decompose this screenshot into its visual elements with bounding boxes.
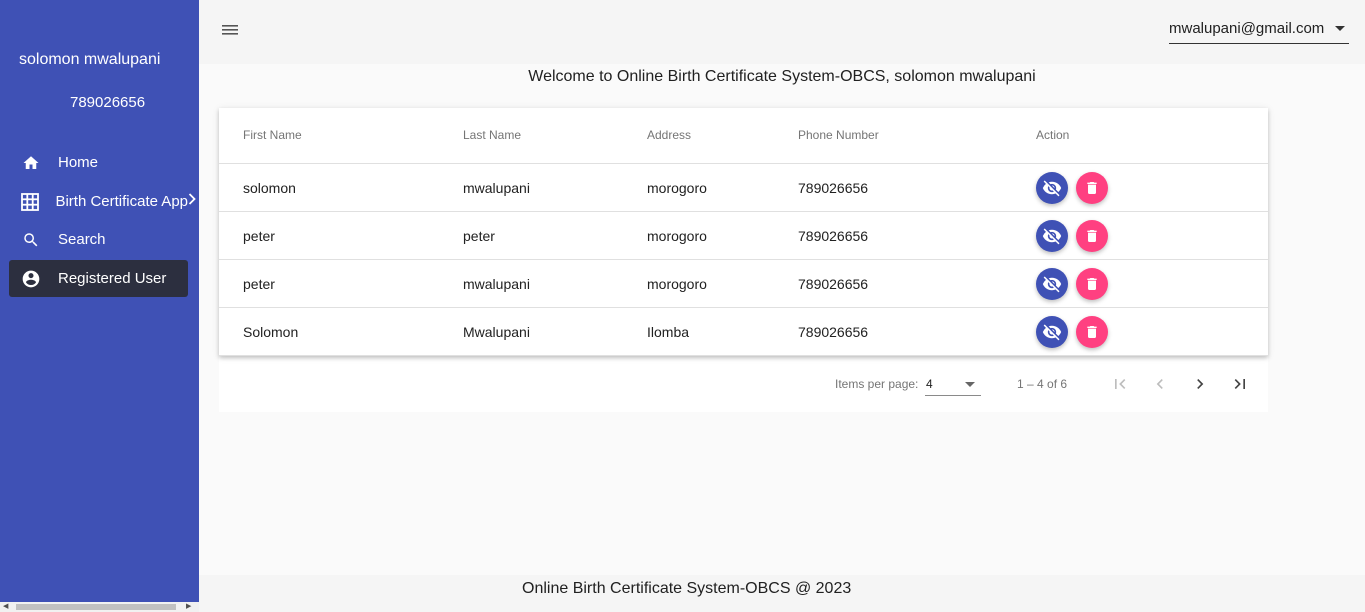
trash-icon bbox=[1087, 230, 1097, 242]
delete-button[interactable] bbox=[1076, 268, 1108, 300]
chevron-right-icon bbox=[188, 192, 196, 209]
sidebar-item-birth-certificate-app[interactable]: Birth Certificate App bbox=[9, 183, 196, 220]
hide-view-button[interactable] bbox=[1036, 220, 1068, 252]
cell-last-name: mwalupani bbox=[463, 276, 530, 292]
visibility-off-icon bbox=[1042, 276, 1062, 293]
sidebar: solomon mwalupani 789026656 Home Birth C… bbox=[0, 0, 199, 612]
cell-first-name: Solomon bbox=[243, 324, 299, 340]
menu-toggle-button[interactable] bbox=[221, 22, 239, 38]
sidebar-item-registered-user[interactable]: Registered User bbox=[9, 260, 188, 297]
cell-phone-number: 789026656 bbox=[798, 228, 869, 244]
account-select[interactable]: mwalupani@gmail.com bbox=[1169, 14, 1349, 44]
items-per-page-select[interactable]: 4 bbox=[925, 374, 981, 396]
hide-view-button[interactable] bbox=[1036, 316, 1068, 348]
sidebar-user-name: solomon mwalupani bbox=[19, 51, 161, 68]
footer: Online Birth Certificate System-OBCS @ 2… bbox=[199, 575, 1365, 612]
table-row: peter mwalupani morogoro 789026656 bbox=[219, 260, 1268, 308]
scroll-left-arrow-icon[interactable]: ◀ bbox=[3, 603, 8, 611]
last-page-icon bbox=[1234, 379, 1245, 389]
sidebar-item-search[interactable]: Search bbox=[9, 221, 188, 258]
sidebar-item-label: Home bbox=[58, 154, 99, 171]
column-header-address[interactable]: Address bbox=[647, 128, 691, 142]
cell-address: morogoro bbox=[647, 180, 707, 196]
cell-address: morogoro bbox=[647, 228, 707, 244]
account-circle-icon bbox=[19, 267, 43, 291]
hide-view-button[interactable] bbox=[1036, 268, 1068, 300]
home-icon bbox=[19, 151, 43, 175]
cell-first-name: peter bbox=[243, 228, 275, 244]
column-header-first-name[interactable]: First Name bbox=[243, 128, 302, 142]
paginator-range-label: 1 – 4 of 6 bbox=[1017, 377, 1068, 391]
scroll-right-arrow-icon[interactable]: ▶ bbox=[186, 603, 191, 611]
table-row: peter peter morogoro 789026656 bbox=[219, 212, 1268, 260]
footer-text: Online Birth Certificate System-OBCS @ 2… bbox=[522, 580, 852, 597]
items-per-page-value: 4 bbox=[926, 377, 933, 391]
visibility-off-icon bbox=[1042, 324, 1062, 341]
top-header: mwalupani@gmail.com bbox=[199, 0, 1365, 64]
cell-first-name: solomon bbox=[243, 180, 296, 196]
cell-last-name: mwalupani bbox=[463, 180, 530, 196]
column-header-last-name[interactable]: Last Name bbox=[463, 128, 521, 142]
chevron-right-icon bbox=[1197, 379, 1204, 389]
sidebar-item-home[interactable]: Home bbox=[9, 144, 188, 181]
first-page-icon bbox=[1115, 379, 1126, 389]
cell-last-name: Mwalupani bbox=[463, 324, 530, 340]
sidebar-scrollbar[interactable]: ◀ ▶ bbox=[0, 602, 199, 612]
sidebar-user-phone: 789026656 bbox=[70, 94, 146, 111]
dropdown-arrow-icon bbox=[965, 382, 975, 387]
column-header-phone-number[interactable]: Phone Number bbox=[798, 128, 879, 142]
sidebar-item-label: Search bbox=[58, 231, 106, 248]
search-icon bbox=[19, 228, 43, 252]
items-per-page-label: Items per page: bbox=[835, 377, 919, 391]
trash-icon bbox=[1087, 182, 1097, 194]
account-email: mwalupani@gmail.com bbox=[1169, 20, 1325, 37]
hide-view-button[interactable] bbox=[1036, 172, 1068, 204]
table-row: solomon mwalupani morogoro 789026656 bbox=[219, 164, 1268, 212]
previous-page-button[interactable] bbox=[1148, 372, 1172, 396]
welcome-message: Welcome to Online Birth Certificate Syst… bbox=[528, 68, 1036, 85]
users-table-card: First Name Last Name Address Phone Numbe… bbox=[219, 108, 1268, 412]
cell-address: Ilomba bbox=[647, 324, 690, 340]
dropdown-arrow-icon bbox=[1335, 26, 1345, 31]
users-table: First Name Last Name Address Phone Numbe… bbox=[219, 108, 1268, 356]
visibility-off-icon bbox=[1042, 180, 1062, 197]
scrollbar-thumb[interactable] bbox=[16, 604, 176, 610]
cell-address: morogoro bbox=[647, 276, 707, 292]
cell-phone-number: 789026656 bbox=[798, 180, 869, 196]
trash-icon bbox=[1087, 326, 1097, 338]
cell-last-name: peter bbox=[463, 228, 495, 244]
menu-icon bbox=[222, 25, 238, 35]
delete-button[interactable] bbox=[1076, 172, 1108, 204]
trash-icon bbox=[1087, 278, 1097, 290]
grid-icon bbox=[19, 190, 40, 214]
last-page-button[interactable] bbox=[1228, 372, 1252, 396]
column-header-action: Action bbox=[1036, 128, 1070, 142]
sidebar-item-label: Birth Certificate App bbox=[55, 193, 188, 210]
cell-phone-number: 789026656 bbox=[798, 276, 869, 292]
sidebar-item-label: Registered User bbox=[58, 270, 167, 287]
chevron-left-icon bbox=[1156, 379, 1163, 389]
delete-button[interactable] bbox=[1076, 316, 1108, 348]
first-page-button[interactable] bbox=[1108, 372, 1132, 396]
table-row: Solomon Mwalupani Ilomba 789026656 bbox=[219, 308, 1268, 356]
visibility-off-icon bbox=[1042, 228, 1062, 245]
next-page-button[interactable] bbox=[1188, 372, 1212, 396]
delete-button[interactable] bbox=[1076, 220, 1108, 252]
cell-first-name: peter bbox=[243, 276, 275, 292]
cell-phone-number: 789026656 bbox=[798, 324, 869, 340]
